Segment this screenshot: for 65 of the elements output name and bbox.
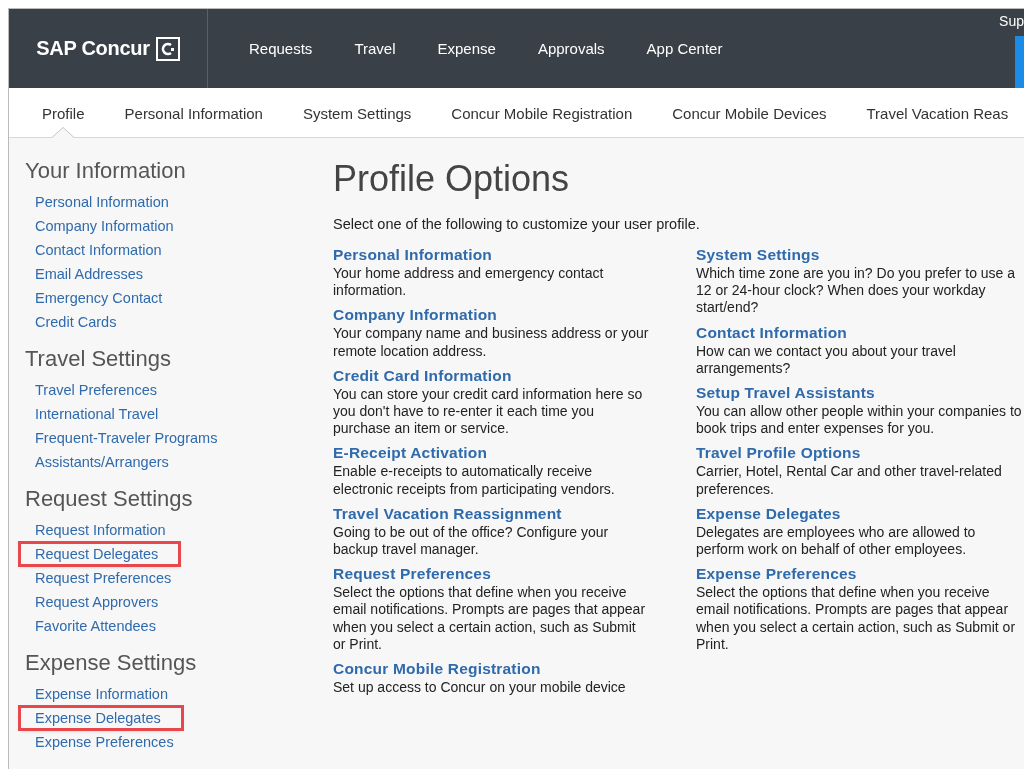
sub-nav-tab[interactable]: Travel Vacation Reas xyxy=(866,88,1009,138)
sidebar-link[interactable]: Request Preferences xyxy=(25,568,182,588)
sidebar-link[interactable]: Frequent-Traveler Programs xyxy=(25,428,228,448)
logo-icon xyxy=(155,36,180,61)
option-link[interactable]: Contact Information xyxy=(696,323,848,342)
option-link[interactable]: E-Receipt Activation xyxy=(333,444,488,463)
sub-nav-tab[interactable]: System Settings xyxy=(302,88,412,138)
option-link[interactable]: System Settings xyxy=(696,246,820,264)
option-link[interactable]: Credit Card Information xyxy=(333,366,512,385)
option-link[interactable]: Request Preferences xyxy=(333,565,491,584)
option-description: Which time zone are you in? Do you prefer to use a 12 or 24-hour clock? When does your workday start/end? xyxy=(696,265,1017,317)
sidebar-link[interactable]: International Travel xyxy=(25,404,169,424)
sidebar-link[interactable]: Favorite Attendees xyxy=(25,616,166,636)
option-description: Select the options that define when you receive email notifications. Prompts are pages that appear when you select a certain action, such as Submit or Print. xyxy=(333,584,647,654)
option-description: You can allow other people within your companies to book trips and enter expenses for you. xyxy=(696,403,1022,438)
sidebar-link[interactable]: Request Information xyxy=(25,520,176,540)
option-link[interactable]: Travel Vacation Reassignment xyxy=(333,504,562,523)
sidebar-link[interactable]: Personal Information xyxy=(25,192,179,212)
sidebar-link[interactable]: Contact Information xyxy=(25,240,172,260)
logo-text: SAP Concur xyxy=(36,37,150,60)
option-description: Your company name and business address or your remote location address. xyxy=(333,325,650,360)
sidebar-heading: Travel Settings xyxy=(25,346,172,372)
sidebar-link[interactable]: Emergency Contact xyxy=(25,288,173,308)
option-link[interactable]: Expense Preferences xyxy=(696,565,857,584)
sidebar-link[interactable]: Expense Information xyxy=(25,684,178,704)
sidebar-link[interactable]: Credit Cards xyxy=(25,312,127,332)
option-link[interactable]: Company Information xyxy=(333,306,497,325)
sub-nav-tab[interactable]: Profile xyxy=(42,88,85,138)
nav-link[interactable]: Approvals xyxy=(516,40,626,57)
sidebar-link[interactable]: Email Addresses xyxy=(25,264,153,284)
intro-text: Select one of the following to customize your user profile. xyxy=(333,216,701,232)
sidebar-link[interactable]: Travel Preferences xyxy=(25,380,167,400)
option-description: Select the options that define when you receive email notifications. Prompts are pages that appear when you select a certain action, such as Submit or Print. xyxy=(696,584,1017,654)
nav-link[interactable]: Requests xyxy=(228,40,334,57)
option-link[interactable]: Expense Delegates xyxy=(696,504,841,523)
option-description: Going to be out of the office? Configure your backup travel manager. xyxy=(333,523,610,559)
sub-nav-tab[interactable]: Personal Information xyxy=(124,88,263,138)
option-description: Your home address and emergency contact information. xyxy=(333,265,605,300)
option-description: You can store your credit card information here so you don't have to re-enter it each time you purchase an item or service. xyxy=(333,385,644,438)
option-description: Enable e-receipts to automatically receive electronic receipts from participating vendors. xyxy=(333,463,616,498)
nav-link[interactable]: App Center xyxy=(625,40,744,57)
sub-nav-tab[interactable]: Concur Mobile Devices xyxy=(672,88,827,138)
page-title: Profile Options xyxy=(333,158,571,200)
user-link[interactable]: Sup xyxy=(999,13,1024,29)
nav-link[interactable]: Travel xyxy=(333,40,417,57)
sidebar-link[interactable]: Company Information xyxy=(25,216,184,236)
option-description: How can we contact you about your travel arrangements? xyxy=(696,342,957,377)
option-description: Carrier, Hotel, Rental Car and other travel-related preferences. xyxy=(696,463,1003,498)
sidebar-heading: Expense Settings xyxy=(25,650,198,676)
sidebar-link[interactable]: Assistants/Arrangers xyxy=(25,452,179,472)
side-button[interactable] xyxy=(1015,36,1024,88)
option-description: Delegates are employees who are allowed to perform work on behalf of other employees. xyxy=(696,523,977,559)
highlighted-sidebar-link[interactable]: Expense Delegates xyxy=(21,708,181,728)
option-description: Set up access to Concur on your mobile device xyxy=(333,679,627,697)
option-link[interactable]: Concur Mobile Registration xyxy=(333,660,541,679)
option-link[interactable]: Setup Travel Assistants xyxy=(696,384,875,402)
nav-link[interactable]: Expense xyxy=(416,40,517,57)
highlighted-sidebar-link[interactable]: Request Delegates xyxy=(21,544,179,564)
sidebar-link[interactable]: Expense Preferences xyxy=(25,732,184,752)
sidebar-link[interactable]: Request Approvers xyxy=(25,592,169,612)
option-link[interactable]: Personal Information xyxy=(333,246,493,264)
sidebar-heading: Your Information xyxy=(25,158,187,184)
option-link[interactable]: Travel Profile Options xyxy=(696,444,861,463)
sidebar-heading: Request Settings xyxy=(25,486,194,512)
sub-nav-tab[interactable]: Concur Mobile Registration xyxy=(451,88,633,138)
